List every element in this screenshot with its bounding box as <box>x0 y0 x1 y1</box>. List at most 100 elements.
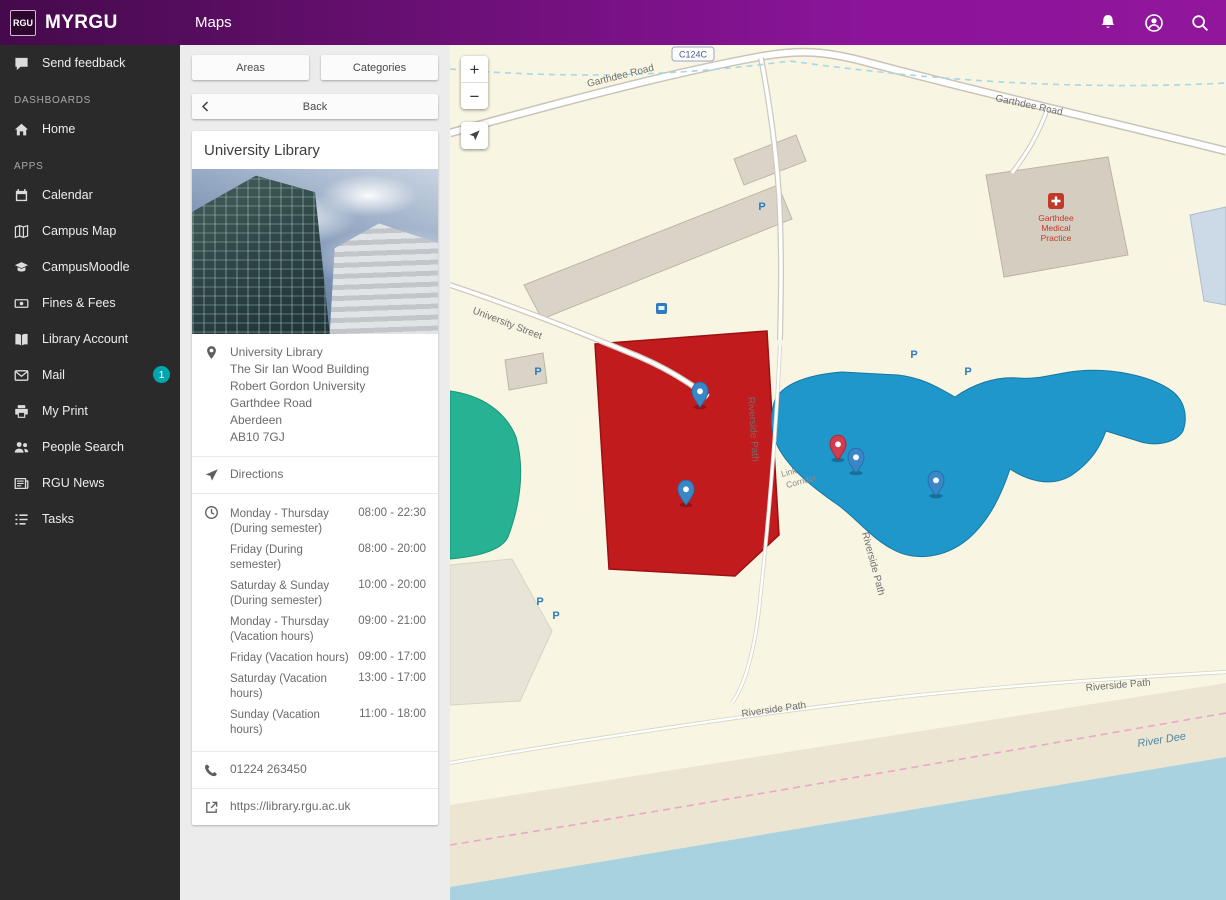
hour-label: Monday - Thursday (Vacation hours) <box>230 616 329 643</box>
website-row[interactable]: https://library.rgu.ac.uk <box>192 788 438 825</box>
address-line: The Sir Ian Wood Building <box>230 362 370 376</box>
hour-time: 08:00 - 22:30 <box>358 507 426 519</box>
account-icon[interactable] <box>1144 13 1164 33</box>
top-bar: RGU MYRGU Maps <box>0 0 1226 45</box>
hour-time: 09:00 - 17:00 <box>358 651 426 663</box>
address-lines: University Library The Sir Ian Wood Buil… <box>230 344 369 446</box>
brand: RGU MYRGU <box>0 9 180 36</box>
place-details-panel: Areas Categories Back University Library… <box>180 45 450 900</box>
calendar-icon <box>15 188 28 201</box>
map-controls: + − <box>461 56 488 149</box>
sidebar-item-label: People Search <box>42 440 125 454</box>
sidebar-item-label: Campus Map <box>42 224 117 238</box>
back-button[interactable]: Back <box>192 94 438 119</box>
panel-tab-row: Areas Categories <box>180 45 450 82</box>
bus-stop-icon <box>656 303 667 314</box>
hour-label: Friday (During semester) <box>230 544 303 571</box>
svg-text:P: P <box>534 366 541 378</box>
place-card: University Library University Library Th… <box>192 131 438 825</box>
notifications-bell-icon[interactable] <box>1098 13 1118 33</box>
printer-icon <box>15 404 28 418</box>
map-icon <box>14 224 29 238</box>
hour-time: 09:00 - 21:00 <box>358 615 426 627</box>
sidebar-item-label: RGU News <box>42 476 105 490</box>
sidebar-item-library-account[interactable]: Library Account <box>0 321 180 357</box>
clock-icon <box>205 506 218 519</box>
sidebar-item-label: Mail <box>42 368 65 382</box>
hour-time: 08:00 - 20:00 <box>358 543 426 555</box>
sidebar-item-label: Fines & Fees <box>42 296 116 310</box>
website-link: https://library.rgu.ac.uk <box>230 799 351 813</box>
sidebar-item-people-search[interactable]: People Search <box>0 429 180 465</box>
home-icon <box>14 123 29 135</box>
book-icon <box>15 333 28 345</box>
mail-icon <box>14 369 29 381</box>
categories-button[interactable]: Categories <box>321 55 438 80</box>
svg-text:P: P <box>552 610 559 622</box>
locate-me-button[interactable] <box>461 122 488 149</box>
hour-row: Saturday & Sunday (During semester) 10:00… <box>230 576 426 612</box>
sidebar-item-mail[interactable]: Mail 1 <box>0 357 180 393</box>
sidebar-item-label: My Print <box>42 404 88 418</box>
sidebar-item-my-print[interactable]: My Print <box>0 393 180 429</box>
place-photo <box>192 169 438 334</box>
sidebar-section-apps: APPS <box>14 161 44 172</box>
hour-row: Sunday (Vacation hours) 11:00 - 18:00 <box>230 705 426 741</box>
sidebar-item-calendar[interactable]: Calendar <box>0 177 180 213</box>
directions-label: Directions <box>230 467 284 481</box>
svg-text:Garthdee: Garthdee <box>1038 213 1074 223</box>
svg-text:Medical: Medical <box>1041 223 1070 233</box>
sidebar-section-dashboards: DASHBOARDS <box>14 95 92 106</box>
address-line: Robert Gordon University <box>230 379 366 393</box>
banknote-icon <box>14 298 29 308</box>
sidebar-item-fines-fees[interactable]: Fines & Fees <box>0 285 180 321</box>
svg-text:C124C: C124C <box>679 50 708 60</box>
sidebar-item-label: Library Account <box>42 332 129 346</box>
sidebar-item-home[interactable]: Home <box>0 111 180 147</box>
tasks-list-icon <box>15 513 28 525</box>
directions-arrow-icon <box>205 469 218 481</box>
sidebar-item-campus-map[interactable]: Campus Map <box>0 213 180 249</box>
directions-row[interactable]: Directions <box>192 456 438 493</box>
sidebar-item-campusmoodle[interactable]: CampusMoodle <box>0 249 180 285</box>
sidebar-item-label: Send feedback <box>42 56 126 70</box>
back-button-label: Back <box>302 100 328 113</box>
hour-row: Monday - Thursday (Vacation hours) 09:00 … <box>230 612 426 648</box>
sidebar-item-label: CampusMoodle <box>42 260 130 274</box>
phone-row[interactable]: 01224 263450 <box>192 751 438 788</box>
areas-button[interactable]: Areas <box>192 55 309 80</box>
sidebar-item-send-feedback[interactable]: Send feedback <box>0 45 180 81</box>
sidebar: Send feedback DASHBOARDS Home APPS Calen… <box>0 45 180 900</box>
hour-row: Friday (Vacation hours) 09:00 - 17:00 <box>230 648 426 669</box>
app-name: MYRGU <box>45 11 118 33</box>
location-pin-icon <box>207 346 216 359</box>
zoom-control: + − <box>461 56 488 109</box>
svg-text:P: P <box>910 349 917 361</box>
newspaper-icon <box>14 477 29 489</box>
map-canvas[interactable]: C124C Garthdee Road Garthdee Road Univer… <box>450 45 1226 900</box>
sidebar-item-rgu-news[interactable]: RGU News <box>0 465 180 501</box>
zoom-out-button[interactable]: − <box>461 83 488 109</box>
hour-label: Saturday & Sunday (During semester) <box>230 580 330 607</box>
hour-label: Monday - Thursday (During semester) <box>230 508 329 535</box>
chevron-left-icon <box>201 101 209 112</box>
phone-icon <box>205 764 217 777</box>
hour-time: 11:00 - 18:00 <box>359 708 426 720</box>
sidebar-item-label: Home <box>42 122 76 136</box>
hour-row: Saturday (Vacation hours) 13:00 - 17:00 <box>230 669 426 705</box>
sidebar-item-label: Calendar <box>42 188 93 202</box>
svg-text:P: P <box>758 201 765 213</box>
sidebar-item-tasks[interactable]: Tasks <box>0 501 180 537</box>
graduation-cap-icon <box>14 261 29 272</box>
people-icon <box>14 441 29 453</box>
address-line: Garthdee Road <box>230 396 313 410</box>
address-line: University Library <box>230 345 323 359</box>
address-line: Aberdeen <box>230 413 283 427</box>
sidebar-item-label: Tasks <box>42 512 74 526</box>
search-icon[interactable] <box>1190 13 1210 33</box>
zoom-in-button[interactable]: + <box>461 56 488 82</box>
place-title: University Library <box>204 142 320 159</box>
topbar-actions <box>1098 13 1226 33</box>
external-link-icon <box>206 801 218 813</box>
rgu-logo: RGU <box>10 9 36 36</box>
